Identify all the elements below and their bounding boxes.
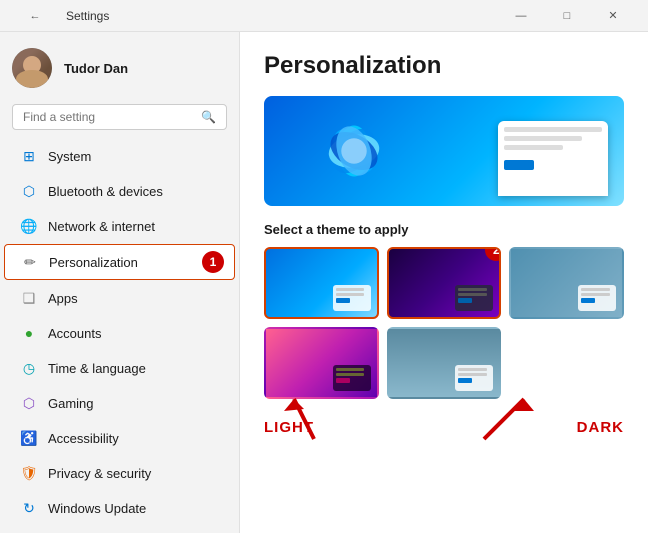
preview-line-2: [504, 136, 582, 141]
search-input[interactable]: [23, 110, 193, 124]
nav-label-bluetooth: Bluetooth & devices: [48, 184, 163, 199]
nav-icon-privacy: 🛡: [20, 464, 38, 482]
preview-window: [498, 121, 608, 196]
mini-button: [581, 298, 595, 303]
settings-rows-container: 🖼BackgroundBackground image, color, slid…: [264, 516, 624, 533]
titlebar-left: ← Settings: [12, 0, 109, 32]
mini-line: [458, 288, 487, 291]
sidebar-item-time[interactable]: ◷ Time & language: [4, 351, 235, 385]
nav-icon-windowsupdate: ↻: [20, 499, 38, 517]
nav-label-network: Network & internet: [48, 219, 155, 234]
nav-icon-system: ⊞: [20, 147, 38, 165]
sidebar-item-accessibility[interactable]: ♿ Accessibility: [4, 421, 235, 455]
avatar-image: [12, 48, 52, 88]
nav-items-container: ⊞ System ⬡ Bluetooth & devices 🌐 Network & in…: [0, 138, 239, 526]
mini-line: [336, 373, 365, 376]
annotation-dark-label: DARK: [577, 419, 624, 436]
theme-tile-dark[interactable]: 2: [387, 247, 502, 319]
page-title: Personalization: [264, 52, 624, 80]
back-button[interactable]: ←: [12, 0, 58, 32]
preview-line-3: [504, 145, 563, 150]
sidebar: Tudor Dan 🔍 ⊞ System ⬡ Bluetooth & devices 🌐…: [0, 32, 240, 533]
sidebar-item-privacy[interactable]: 🛡 Privacy & security: [4, 456, 235, 490]
nav-icon-apps: ❑: [20, 289, 38, 307]
nav-label-personalization: Personalization: [49, 255, 138, 270]
annotation-badge-2: 2: [485, 247, 501, 261]
sidebar-item-network[interactable]: 🌐 Network & internet: [4, 209, 235, 243]
annotation-badge-1: 1: [202, 251, 224, 273]
annotation-light-label: LIGHT: [264, 419, 314, 436]
maximize-button[interactable]: □: [544, 0, 590, 32]
sidebar-item-gaming[interactable]: ⬡ Gaming: [4, 386, 235, 420]
theme-tile-custom1[interactable]: [509, 247, 624, 319]
nav-label-system: System: [48, 149, 91, 164]
sidebar-item-windowsupdate[interactable]: ↻ Windows Update: [4, 491, 235, 525]
nav-label-accessibility: Accessibility: [48, 431, 119, 446]
search-box[interactable]: 🔍: [12, 104, 227, 130]
nav-label-accounts: Accounts: [48, 326, 101, 341]
nav-icon-network: 🌐: [20, 217, 38, 235]
mini-button: [336, 378, 350, 383]
mini-line: [336, 288, 365, 291]
avatar: [12, 48, 52, 88]
titlebar-controls: — □ ✕: [498, 0, 636, 32]
mini-line: [336, 368, 365, 371]
preview-mini-button: [504, 160, 534, 170]
windows-flower-icon: [284, 101, 424, 201]
sidebar-item-personalization[interactable]: ✏ Personalization 1: [4, 244, 235, 280]
main-layout: Tudor Dan 🔍 ⊞ System ⬡ Bluetooth & devices 🌐…: [0, 32, 648, 533]
select-theme-label: Select a theme to apply: [264, 222, 624, 237]
mini-button: [458, 298, 472, 303]
nav-label-time: Time & language: [48, 361, 146, 376]
settings-icon-background: 🖼: [264, 528, 300, 533]
user-profile[interactable]: Tudor Dan: [0, 32, 239, 100]
mini-line: [581, 288, 610, 291]
mini-button: [458, 378, 472, 383]
settings-row-background[interactable]: 🖼BackgroundBackground image, color, slid…: [264, 516, 624, 533]
nav-icon-accounts: ●: [20, 324, 38, 342]
search-icon: 🔍: [201, 110, 216, 124]
sidebar-item-apps[interactable]: ❑ Apps: [4, 281, 235, 315]
preview-line-1: [504, 127, 602, 132]
nav-icon-personalization: ✏: [21, 253, 39, 271]
theme-mini-window-custom2: [455, 365, 493, 391]
sidebar-item-accounts[interactable]: ● Accounts: [4, 316, 235, 350]
theme-mini-window-colorful: [333, 365, 371, 391]
titlebar-title: Settings: [66, 9, 109, 23]
mini-line: [458, 293, 487, 296]
mini-line: [336, 293, 365, 296]
mini-line: [581, 293, 610, 296]
content-area: Personalization Select a theme to apply: [240, 32, 648, 533]
theme-mini-window-light: [333, 285, 371, 311]
theme-tile-colorful[interactable]: [264, 327, 379, 399]
mini-line: [458, 368, 487, 371]
nav-icon-gaming: ⬡: [20, 394, 38, 412]
themes-grid: 2: [264, 247, 624, 399]
nav-icon-bluetooth: ⬡: [20, 182, 38, 200]
theme-mini-window-dark: [455, 285, 493, 311]
nav-icon-time: ◷: [20, 359, 38, 377]
theme-mini-window-custom1: [578, 285, 616, 311]
nav-icon-accessibility: ♿: [20, 429, 38, 447]
nav-label-gaming: Gaming: [48, 396, 94, 411]
theme-preview-banner: [264, 96, 624, 206]
theme-tile-custom2[interactable]: [387, 327, 502, 399]
mini-button: [336, 298, 350, 303]
nav-label-privacy: Privacy & security: [48, 466, 151, 481]
titlebar: ← Settings — □ ✕: [0, 0, 648, 32]
user-name: Tudor Dan: [64, 61, 128, 76]
minimize-button[interactable]: —: [498, 0, 544, 32]
nav-label-windowsupdate: Windows Update: [48, 501, 146, 516]
mini-line: [458, 373, 487, 376]
theme-tile-light[interactable]: [264, 247, 379, 319]
sidebar-item-system[interactable]: ⊞ System: [4, 139, 235, 173]
sidebar-item-bluetooth[interactable]: ⬡ Bluetooth & devices: [4, 174, 235, 208]
nav-label-apps: Apps: [48, 291, 78, 306]
close-button[interactable]: ✕: [590, 0, 636, 32]
